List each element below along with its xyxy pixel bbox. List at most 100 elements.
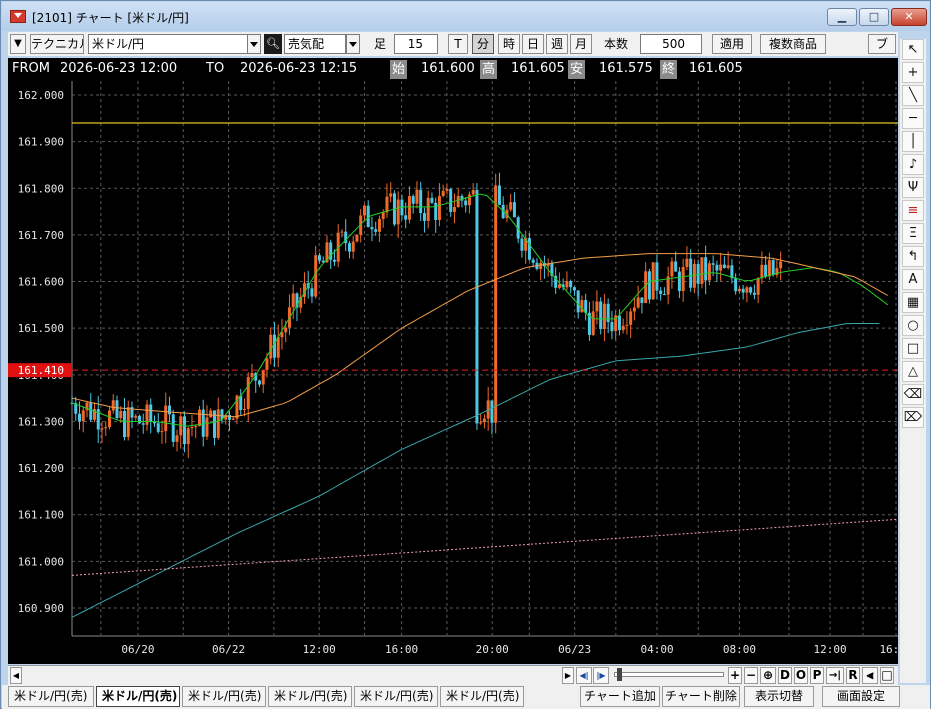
candle-body: [104, 427, 108, 429]
fib-fan-tool-icon[interactable]: Ψ: [902, 177, 924, 198]
chart-tab[interactable]: 米ドル/円(売): [440, 686, 524, 707]
search-icon[interactable]: 🔍︎: [264, 34, 282, 54]
candle-body: [490, 400, 494, 423]
zoom-in-button[interactable]: +: [728, 667, 742, 684]
jump-end-button[interactable]: |▶: [593, 667, 609, 684]
zoom-slider-handle[interactable]: [617, 668, 622, 681]
candle-body: [520, 238, 524, 251]
candle-body: [636, 297, 640, 308]
fib-retracement-tool-icon[interactable]: ≡: [902, 200, 924, 221]
side-select[interactable]: 売気配: [284, 34, 346, 54]
y-tick-label: 161.900: [18, 136, 64, 149]
triangle-tool-icon[interactable]: △: [902, 361, 924, 382]
chart-canvas[interactable]: 162.000 161.900 161.800 161.700 161.600 161.5…: [8, 81, 898, 664]
chart-tab[interactable]: 米ドル/円(売): [268, 686, 352, 707]
candle-body: [437, 196, 441, 220]
scroll-left-button[interactable]: ◀: [10, 667, 22, 684]
symbol-select[interactable]: 米ドル/円: [88, 34, 248, 54]
timeframe-hour-button[interactable]: 時: [498, 34, 520, 54]
add-chart-button[interactable]: チャート追加: [580, 686, 660, 707]
chart-type-button[interactable]: ⫷: [862, 667, 878, 684]
open-value: 161.600: [421, 61, 475, 76]
timeframe-minute-button[interactable]: 分: [472, 34, 494, 54]
x-tick-label: 06/23: [558, 643, 591, 656]
candle-body: [674, 261, 678, 272]
hline-tool-icon[interactable]: ─: [902, 108, 924, 129]
candle-body: [572, 287, 576, 291]
chart-tab-active[interactable]: 米ドル/円(売): [96, 686, 180, 707]
box-button[interactable]: □: [880, 667, 894, 684]
jump-latest-button[interactable]: →|: [826, 667, 844, 684]
d-button[interactable]: D: [778, 667, 792, 684]
side-dropdown-arrow[interactable]: [346, 34, 360, 54]
candle-body: [707, 263, 711, 281]
price-chart[interactable]: 162.000 161.900 161.800 161.700 161.600 161.5…: [8, 81, 898, 664]
x-tick-label: 06/20: [121, 643, 154, 656]
timeframe-tick-button[interactable]: T: [448, 34, 468, 54]
o-button[interactable]: O: [794, 667, 808, 684]
vline-tool-icon[interactable]: │: [902, 131, 924, 152]
label-tool-icon[interactable]: Ξ: [902, 223, 924, 244]
candle-body: [531, 259, 535, 263]
multi-symbol-button[interactable]: 複数商品: [760, 34, 826, 54]
count-input[interactable]: 500: [640, 34, 702, 54]
minimize-button[interactable]: ▁: [827, 8, 857, 26]
table-tool-icon[interactable]: ▦: [902, 292, 924, 313]
text-tool-icon[interactable]: A: [902, 269, 924, 290]
p-button[interactable]: P: [810, 667, 824, 684]
symbol-dropdown-arrow[interactable]: [247, 34, 261, 54]
candle-body: [355, 234, 359, 242]
alert-tool-icon[interactable]: ♪: [902, 154, 924, 175]
timeframe-month-button[interactable]: 月: [570, 34, 592, 54]
crosshair-tool-icon[interactable]: +: [902, 62, 924, 83]
technical-button[interactable]: テクニカル: [30, 34, 84, 54]
candle-body: [452, 207, 456, 212]
eraser-all-tool-icon[interactable]: ⌦: [902, 407, 924, 428]
close-button[interactable]: ✕: [891, 8, 927, 26]
timeframe-week-button[interactable]: 週: [546, 34, 568, 54]
candle-body: [767, 260, 771, 277]
screen-settings-button[interactable]: 画面設定: [822, 686, 900, 707]
candle-body: [284, 327, 288, 333]
ellipse-tool-icon[interactable]: ○: [902, 315, 924, 336]
eraser-tool-icon[interactable]: ⌫: [902, 384, 924, 405]
zoom-slider-track[interactable]: [614, 668, 724, 681]
candle-body: [625, 324, 629, 326]
toggle-display-button[interactable]: 表示切替: [744, 686, 814, 707]
candle-body: [407, 196, 411, 220]
title-bar[interactable]: [2101] チャート [米ドル/円] ▁ □ ✕: [2, 2, 929, 31]
candle-body: [647, 271, 651, 300]
rectangle-tool-icon[interactable]: □: [902, 338, 924, 359]
more-button[interactable]: ブ: [868, 34, 896, 54]
candle-body: [261, 369, 265, 385]
candle-body: [134, 415, 138, 418]
chart-tab[interactable]: 米ドル/円(売): [354, 686, 438, 707]
high-label: 高: [480, 60, 498, 79]
candle-body: [700, 257, 704, 284]
maximize-button[interactable]: □: [859, 8, 889, 26]
remove-chart-button[interactable]: チャート削除: [662, 686, 740, 707]
chart-tab[interactable]: 米ドル/円(売): [182, 686, 266, 707]
arrow-tool-icon[interactable]: ↰: [902, 246, 924, 267]
menu-dropdown-button[interactable]: ▼: [10, 34, 26, 54]
jump-start-button[interactable]: ◀|: [576, 667, 592, 684]
drawing-tools: ↖ + ╲ ─ │ ♪ Ψ ≡ Ξ ↰ A ▦ ○ □ △ ⌫ ⌦: [900, 39, 926, 683]
moving-average-line: [71, 193, 889, 427]
candle-body: [479, 422, 483, 424]
zoom-fit-button[interactable]: ⊕: [760, 667, 776, 684]
candle-body: [415, 189, 419, 204]
y-tick-label: 161.800: [18, 182, 64, 195]
trendline-tool-icon[interactable]: ╲: [902, 85, 924, 106]
x-tick-label: 04:00: [640, 643, 673, 656]
zoom-out-button[interactable]: −: [744, 667, 758, 684]
timeframe-day-button[interactable]: 日: [522, 34, 544, 54]
chart-tab[interactable]: 米ドル/円(売): [8, 686, 94, 707]
scroll-right-button[interactable]: ▶: [562, 667, 574, 684]
candle-body: [741, 288, 745, 293]
apply-button[interactable]: 適用: [712, 34, 752, 54]
app-icon: [10, 10, 26, 23]
low-value: 161.575: [599, 61, 653, 76]
foot-input[interactable]: 15: [394, 34, 438, 54]
r-button[interactable]: R: [846, 667, 860, 684]
cursor-tool-icon[interactable]: ↖: [902, 39, 924, 60]
